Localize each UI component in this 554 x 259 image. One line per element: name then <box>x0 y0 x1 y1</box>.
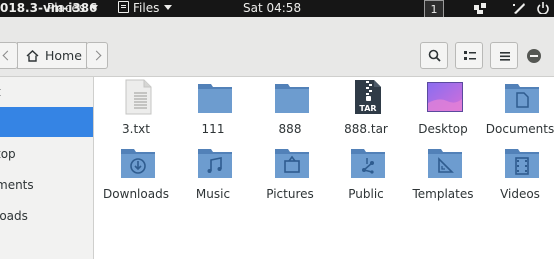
file-name: 3.txt <box>122 122 150 136</box>
power-icon[interactable] <box>536 2 550 14</box>
sidebar-item-label: ments <box>0 178 34 192</box>
files-app-icon <box>118 1 129 13</box>
search-icon <box>428 49 441 62</box>
folder-name: Downloads <box>103 187 169 201</box>
folder-name: Public <box>348 187 384 201</box>
places-label: Places <box>47 1 86 15</box>
search-button[interactable] <box>420 42 448 69</box>
forward-button[interactable] <box>86 42 108 69</box>
folder-name: 888 <box>278 122 302 136</box>
downloads-folder-icon <box>121 149 155 178</box>
folder-icon <box>198 84 232 113</box>
path-bar-home-label: Home <box>45 48 82 63</box>
music-folder-icon <box>198 149 232 178</box>
sidebar-item-selected[interactable] <box>0 107 93 137</box>
sidebar-item[interactable]: loads <box>0 201 93 231</box>
desktop-folder-icon <box>427 82 463 112</box>
folder-name: Music <box>195 187 231 201</box>
folder-name: 111 <box>201 122 225 136</box>
pictures-folder-icon <box>275 149 309 178</box>
folder-name: Pictures <box>266 187 314 201</box>
file-name: 888.tar <box>344 122 388 136</box>
path-bar-home-button[interactable]: Home <box>17 42 87 69</box>
sidebar-item-label: loads <box>0 209 28 223</box>
sidebar-item[interactable]: t <box>0 77 93 107</box>
volume-icon[interactable] <box>512 2 526 14</box>
folder-name: Templates <box>412 187 474 201</box>
header-bar: Home <box>0 17 554 77</box>
menu-button[interactable] <box>490 42 518 69</box>
templates-folder-icon <box>428 149 462 178</box>
tar-archive-icon: TAR <box>355 80 381 114</box>
folder-icon <box>275 84 309 113</box>
file-grid: 3.txt 111 888 TAR 888.tar Desktop Docume… <box>94 77 554 259</box>
list-view-icon <box>464 51 476 60</box>
text-file-icon <box>125 79 152 115</box>
top-bar: 018.3-vm-i386 Places Files Sat 04:58 1 <box>0 0 554 19</box>
network-icon[interactable] <box>473 2 487 14</box>
sidebar-item-label: t <box>0 77 1 107</box>
view-toggle-button[interactable] <box>455 42 483 69</box>
files-label: Files <box>133 1 160 15</box>
caret-down-icon <box>164 5 173 10</box>
minimize-button[interactable] <box>527 49 541 63</box>
public-folder-icon <box>351 149 385 178</box>
caret-down-icon <box>90 5 99 10</box>
sidebar-item[interactable]: ments <box>0 170 93 200</box>
documents-folder-icon <box>505 84 539 113</box>
folder-name: Desktop <box>418 122 468 136</box>
sidebar: t top ments loads <box>0 77 94 259</box>
hamburger-menu-icon <box>500 52 510 61</box>
chevron-left-icon <box>2 50 13 61</box>
folder-name: Documents <box>485 122 554 136</box>
videos-folder-icon <box>505 149 539 178</box>
home-icon <box>26 50 39 62</box>
sidebar-item-label: top <box>0 147 16 161</box>
clock[interactable]: Sat 04:58 <box>243 0 301 17</box>
sidebar-item[interactable]: top <box>0 139 93 169</box>
files-app-menu[interactable]: Files <box>118 0 173 17</box>
svg-text:TAR: TAR <box>359 104 376 113</box>
chevron-right-icon <box>91 50 102 61</box>
folder-name: Videos <box>500 187 540 201</box>
back-button[interactable] <box>0 42 18 69</box>
places-menu[interactable]: Places <box>47 0 99 17</box>
